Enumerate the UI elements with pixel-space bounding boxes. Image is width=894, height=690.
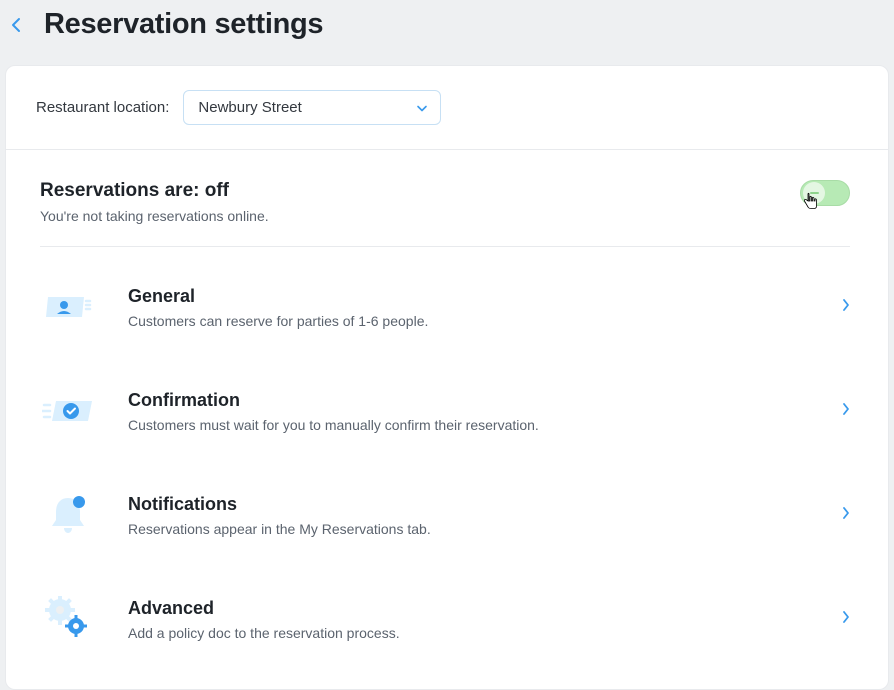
notifications-title: Notifications xyxy=(128,494,810,515)
general-title: General xyxy=(128,286,810,307)
location-bar: Restaurant location: Newbury Street xyxy=(6,66,888,150)
toggle-knob xyxy=(803,182,825,204)
reservations-toggle[interactable] xyxy=(800,180,850,206)
advanced-icon xyxy=(40,593,96,645)
location-select[interactable]: Newbury Street xyxy=(183,90,441,125)
settings-row-notifications[interactable]: Notifications Reservations appear in the… xyxy=(6,463,888,567)
general-icon xyxy=(40,281,96,333)
reservations-status-title: Reservations are: off xyxy=(40,180,269,202)
reservations-status-subtitle: You're not taking reservations online. xyxy=(40,208,269,224)
page-title: Reservation settings xyxy=(44,8,323,41)
back-button[interactable] xyxy=(6,15,26,35)
status-text-block: Reservations are: off You're not taking … xyxy=(40,180,269,224)
notifications-icon xyxy=(40,489,96,541)
advanced-title: Advanced xyxy=(128,598,810,619)
chevron-right-icon xyxy=(842,298,850,317)
settings-row-general[interactable]: General Customers can reserve for partie… xyxy=(6,255,888,359)
location-selected-value: Newbury Street xyxy=(198,99,301,116)
chevron-left-icon xyxy=(11,17,21,33)
confirmation-subtitle: Customers must wait for you to manually … xyxy=(128,417,810,433)
settings-row-advanced[interactable]: Advanced Add a policy doc to the reserva… xyxy=(6,567,888,671)
settings-card: Restaurant location: Newbury Street Rese… xyxy=(5,65,889,690)
advanced-subtitle: Add a policy doc to the reservation proc… xyxy=(128,625,810,641)
chevron-right-icon xyxy=(842,402,850,421)
settings-list: General Customers can reserve for partie… xyxy=(6,247,888,689)
chevron-down-icon xyxy=(416,99,428,116)
general-subtitle: Customers can reserve for parties of 1-6… xyxy=(128,313,810,329)
chevron-right-icon xyxy=(842,506,850,525)
settings-row-confirmation[interactable]: Confirmation Customers must wait for you… xyxy=(6,359,888,463)
location-label: Restaurant location: xyxy=(36,99,169,116)
confirmation-title: Confirmation xyxy=(128,390,810,411)
chevron-right-icon xyxy=(842,610,850,629)
confirmation-icon xyxy=(40,385,96,437)
notifications-subtitle: Reservations appear in the My Reservatio… xyxy=(128,521,810,537)
